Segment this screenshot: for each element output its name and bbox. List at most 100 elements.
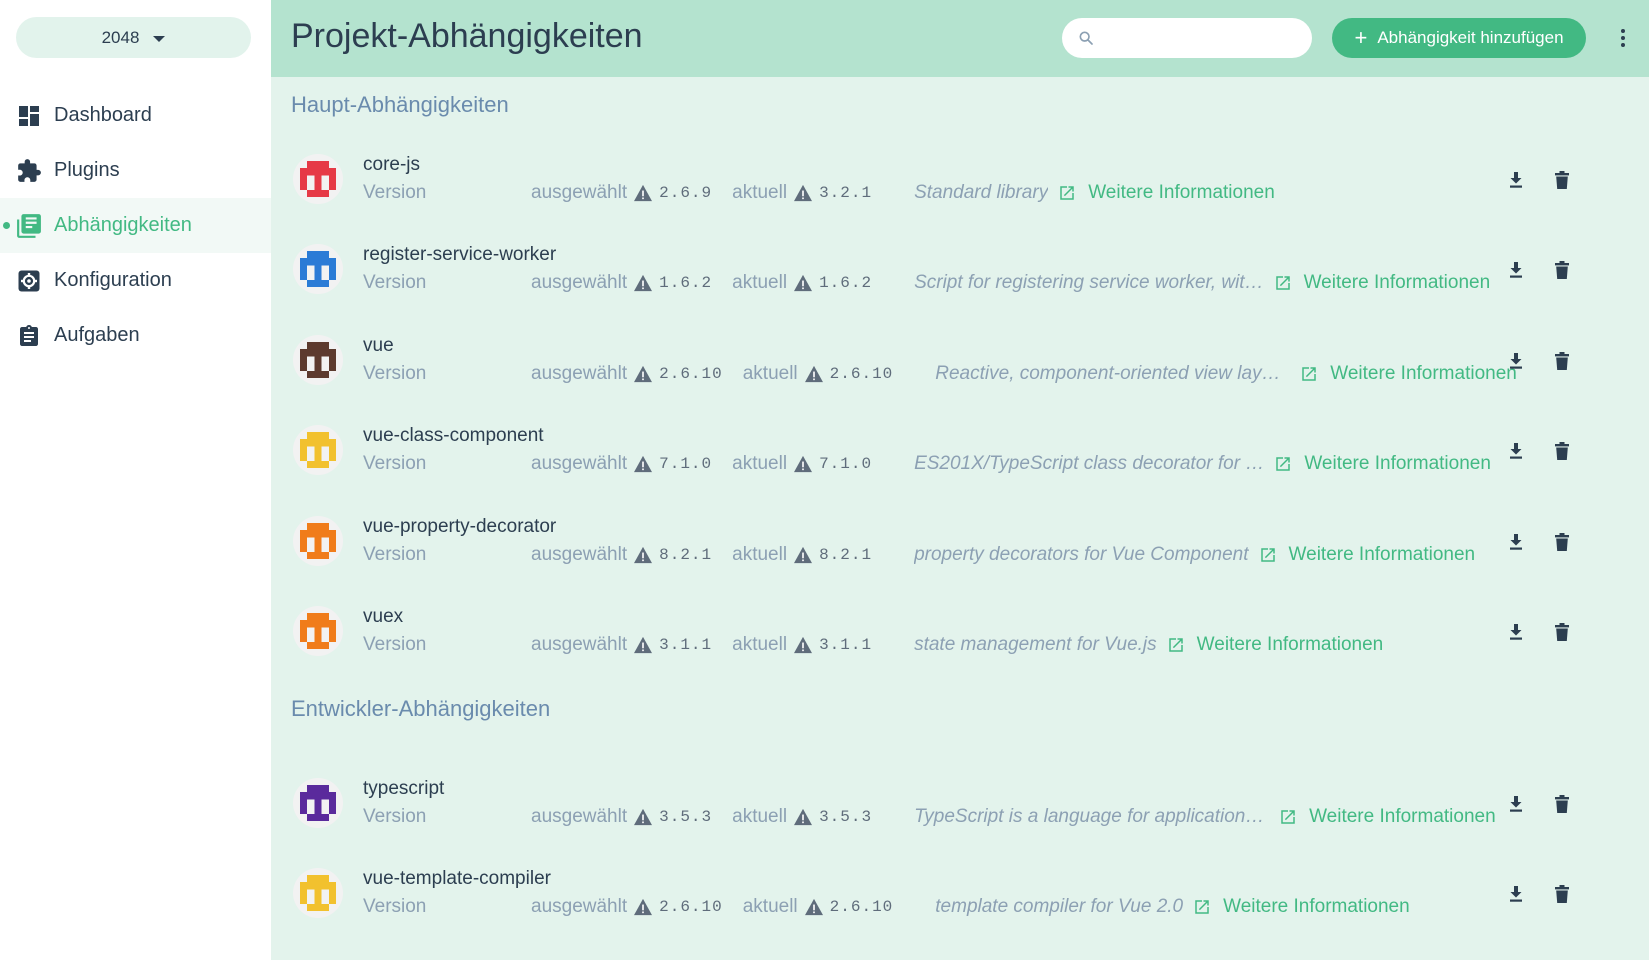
selected-label: ausgewählt [531,453,628,475]
version-line: Version ausgewählt 2.6.10 aktuell 2.6.10 Reac… [363,361,1517,387]
library-icon [16,213,42,239]
chevron-down-icon [153,35,166,42]
download-icon[interactable] [1506,170,1526,190]
version-line: Version ausgewählt 3.1.1 aktuell 3.1.1 state … [363,632,1383,658]
current-label: aktuell [732,272,788,294]
version-label: Version [363,634,427,655]
warning-icon [793,455,813,473]
version-label: Version [363,543,427,565]
trash-icon[interactable] [1552,532,1572,552]
more-info-link[interactable]: Weitere Informationen [1304,272,1491,294]
warning-icon [633,455,653,473]
external-link-icon[interactable] [1167,636,1185,654]
more-info-link[interactable]: Weitere Informationen [1088,182,1275,204]
trash-icon[interactable] [1552,441,1572,461]
trash-icon[interactable] [1552,170,1572,190]
trash-icon[interactable] [1552,351,1572,371]
sidebar-item-dashboard[interactable]: Dashboard [0,88,271,143]
current-version: 3.2.1 [819,184,873,202]
warning-icon [633,184,653,202]
more-options-button[interactable] [1611,24,1635,52]
puzzle-icon [16,158,42,184]
sidebar-item-label: Aufgaben [54,324,140,346]
current-label: aktuell [742,896,798,918]
package-description: property decorators for Vue Component [914,543,1249,565]
download-icon[interactable] [1506,794,1526,814]
package-name: typescript [363,778,445,799]
warning-icon [633,365,653,383]
package-name: vue-template-compiler [363,868,551,890]
download-icon[interactable] [1506,884,1526,904]
clipboard-icon [16,323,42,349]
more-info-link[interactable]: Weitere Informationen [1197,634,1384,656]
more-info-link[interactable]: Weitere Informationen [1309,806,1496,828]
version-label: Version [363,362,427,384]
warning-icon [633,808,653,826]
download-icon[interactable] [1506,441,1526,461]
external-link-icon[interactable] [1259,546,1277,564]
more-info-link[interactable]: Weitere Informationen [1330,363,1517,385]
package-description: template compiler for Vue 2.0 [935,896,1184,918]
trash-icon[interactable] [1552,260,1572,280]
header-bar: Projekt-Abhängigkeiten + Abhängigkeit hi… [271,0,1649,77]
external-link-icon[interactable] [1193,898,1211,916]
current-version: 7.1.0 [819,455,873,474]
sidebar-item-aufgaben[interactable]: Aufgaben [0,308,271,363]
search-input[interactable] [1062,18,1312,58]
warning-icon [793,274,813,292]
version-line: Version ausgewählt 8.2.1 aktuell 8.2.1 proper… [363,542,1475,568]
external-link-icon[interactable] [1300,365,1318,383]
package-avatar [293,868,343,919]
external-link-icon[interactable] [1274,455,1292,473]
current-label: aktuell [742,362,798,384]
version-label: Version [363,272,427,294]
more-info-link[interactable]: Weitere Informationen [1223,896,1410,918]
package-description: state management for Vue.js [914,634,1157,655]
download-icon[interactable] [1506,351,1526,371]
more-info-link[interactable]: Weitere Informationen [1304,453,1491,475]
sidebar: 2048 Dashboard Plugins Abhängigkeiten Konfi… [0,0,271,960]
project-selector[interactable]: 2048 [16,17,251,58]
package-avatar [293,515,343,566]
dashboard-icon [16,103,42,129]
more-dot [1621,36,1625,40]
add-dependency-button[interactable]: + Abhängigkeit hinzufügen [1332,18,1586,58]
section-title: Haupt-Abhängigkeiten [291,92,509,117]
more-dot [1621,29,1625,33]
warning-icon [633,898,653,916]
warning-icon [804,898,824,916]
download-icon[interactable] [1506,622,1526,642]
sidebar-item-label: Dashboard [54,104,152,126]
trash-icon[interactable] [1552,794,1572,814]
external-link-icon[interactable] [1274,274,1292,292]
external-link-icon[interactable] [1058,184,1076,202]
package-description: Standard library [914,182,1049,203]
sidebar-item-konfiguration[interactable]: Konfiguration [0,253,271,308]
selected-version: 3.1.1 [659,636,713,654]
download-icon[interactable] [1506,260,1526,280]
external-link-icon[interactable] [1279,808,1297,826]
warning-icon [633,274,653,292]
more-info-link[interactable]: Weitere Informationen [1289,544,1476,566]
selected-label: ausgewählt [531,896,628,918]
package-avatar [293,778,343,828]
selected-version: 3.5.3 [659,808,713,826]
current-version: 3.1.1 [819,636,873,654]
active-indicator [3,222,10,229]
current-version: 8.2.1 [819,545,873,564]
package-avatar [293,425,343,476]
sidebar-item-plugins[interactable]: Plugins [0,143,271,198]
download-icon[interactable] [1506,532,1526,552]
selected-label: ausgewählt [531,634,628,655]
version-line: Version ausgewählt 1.6.2 aktuell 1.6.2 Script… [363,270,1490,296]
sidebar-item-abhaengigkeiten[interactable]: Abhängigkeiten [0,198,271,253]
current-label: aktuell [732,543,788,565]
package-name: vuex [363,606,404,627]
version-line: Version ausgewählt 3.5.3 aktuell 3.5.3 TypeSc… [363,804,1496,830]
selected-version: 7.1.0 [659,455,713,474]
trash-icon[interactable] [1552,622,1572,642]
selected-version: 1.6.2 [659,274,713,293]
trash-icon[interactable] [1552,884,1572,904]
dependency-row: vue-class-component Version ausgewählt 7.1.… [271,413,1649,503]
package-description: ES201X/TypeScript class decorator for … [914,453,1265,475]
